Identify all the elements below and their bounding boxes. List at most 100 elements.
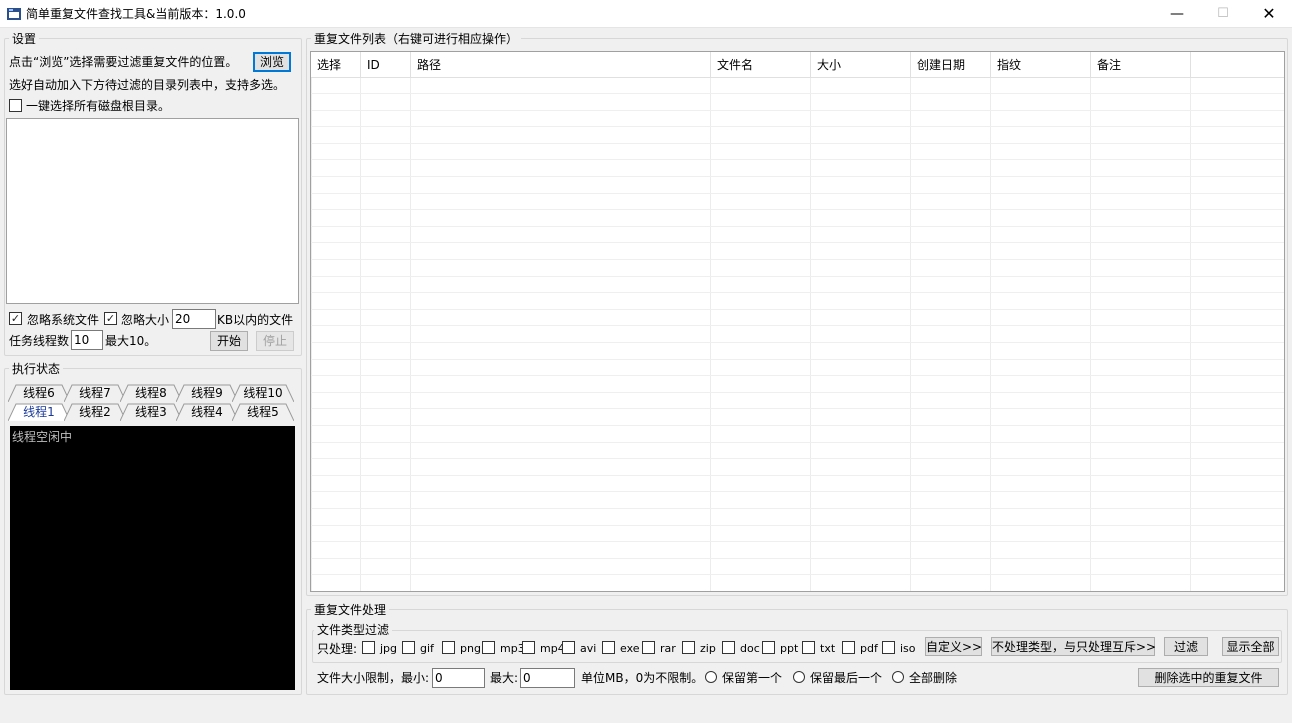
table-row[interactable] bbox=[311, 111, 1284, 128]
type-label-mp3: mp3 bbox=[500, 642, 525, 655]
table-row[interactable] bbox=[311, 211, 1284, 227]
tab-front-2[interactable]: 线程3 bbox=[120, 403, 182, 421]
column-header[interactable]: 备注 bbox=[1091, 52, 1191, 78]
type-label-zip: zip bbox=[700, 642, 716, 655]
maximize-button[interactable]: ☐ bbox=[1200, 0, 1246, 28]
table-row[interactable] bbox=[311, 194, 1284, 211]
table-row[interactable] bbox=[311, 227, 1284, 244]
filter-button[interactable]: 过滤 bbox=[1164, 637, 1208, 656]
browse-button[interactable]: 浏览 bbox=[253, 52, 291, 72]
table-row[interactable] bbox=[311, 559, 1284, 576]
type-checkbox-pdf[interactable] bbox=[842, 641, 855, 654]
type-checkbox-txt[interactable] bbox=[802, 641, 815, 654]
table-row[interactable] bbox=[311, 360, 1284, 377]
table-row[interactable] bbox=[311, 78, 1284, 94]
column-header[interactable]: 指纹 bbox=[991, 52, 1091, 78]
keep-last-radio[interactable] bbox=[793, 671, 805, 683]
type-checkbox-mp4[interactable] bbox=[522, 641, 535, 654]
type-checkbox-iso[interactable] bbox=[882, 641, 895, 654]
type-checkbox-jpg[interactable] bbox=[362, 641, 375, 654]
column-header[interactable]: ID bbox=[361, 52, 411, 78]
type-checkbox-ppt[interactable] bbox=[762, 641, 775, 654]
column-header[interactable]: 大小 bbox=[811, 52, 911, 78]
status-group-title: 执行状态 bbox=[9, 362, 64, 376]
delete-all-radio[interactable] bbox=[892, 671, 904, 683]
only-process-label: 只处理: bbox=[317, 642, 358, 656]
thread-count-label: 任务线程数 bbox=[9, 334, 70, 348]
table-row[interactable] bbox=[311, 460, 1284, 476]
table-row[interactable] bbox=[311, 144, 1284, 161]
table-row[interactable] bbox=[311, 344, 1284, 360]
settings-group-title: 设置 bbox=[9, 32, 40, 46]
type-checkbox-rar[interactable] bbox=[642, 641, 655, 654]
select-all-drives-label: 一键选择所有磁盘根目录。 bbox=[26, 99, 171, 113]
tab-back-1[interactable]: 线程7 bbox=[64, 384, 126, 402]
table-row[interactable] bbox=[311, 543, 1284, 559]
show-all-button[interactable]: 显示全部 bbox=[1222, 637, 1279, 656]
type-checkbox-avi[interactable] bbox=[562, 641, 575, 654]
exclude-types-button[interactable]: 不处理类型，与只处理互斥>> bbox=[991, 637, 1156, 656]
tab-back-3[interactable]: 线程9 bbox=[176, 384, 238, 402]
tab-back-4[interactable]: 线程10 bbox=[232, 384, 294, 402]
table-row[interactable] bbox=[311, 493, 1284, 509]
table-row[interactable] bbox=[311, 510, 1284, 526]
table-row[interactable] bbox=[311, 526, 1284, 543]
tab-label: 线程10 bbox=[243, 386, 283, 400]
tab-front-4[interactable]: 线程5 bbox=[232, 403, 294, 421]
tab-front-0[interactable]: 线程1 bbox=[8, 403, 70, 421]
custom-types-button[interactable]: 自定义>> bbox=[925, 637, 982, 656]
table-row[interactable] bbox=[311, 161, 1284, 177]
thread-count-input[interactable] bbox=[71, 330, 103, 350]
table-row[interactable] bbox=[311, 427, 1284, 443]
tab-label: 线程1 bbox=[23, 405, 55, 419]
table-row[interactable] bbox=[311, 476, 1284, 493]
type-checkbox-zip[interactable] bbox=[682, 641, 695, 654]
table-row[interactable] bbox=[311, 244, 1284, 260]
ignore-size-checkbox[interactable]: ✓ bbox=[104, 312, 117, 325]
type-checkbox-png[interactable] bbox=[442, 641, 455, 654]
table-row[interactable] bbox=[311, 95, 1284, 111]
duplicates-group-title: 重复文件列表（右键可进行相应操作） bbox=[311, 32, 522, 46]
type-checkbox-mp3[interactable] bbox=[482, 641, 495, 654]
title-bar: 简单重复文件查找工具&当前版本：1.0.0 — ☐ ✕ bbox=[0, 0, 1292, 28]
stop-button[interactable]: 停止 bbox=[256, 331, 294, 351]
table-row[interactable] bbox=[311, 277, 1284, 294]
column-header[interactable]: 选择 bbox=[311, 52, 361, 78]
table-row[interactable] bbox=[311, 310, 1284, 327]
tab-front-3[interactable]: 线程4 bbox=[176, 403, 238, 421]
table-row[interactable] bbox=[311, 377, 1284, 393]
directory-list[interactable] bbox=[6, 118, 299, 304]
type-checkbox-doc[interactable] bbox=[722, 641, 735, 654]
table-row[interactable] bbox=[311, 327, 1284, 343]
table-row[interactable] bbox=[311, 576, 1284, 591]
table-row[interactable] bbox=[311, 410, 1284, 426]
type-checkbox-gif[interactable] bbox=[402, 641, 415, 654]
column-header[interactable]: 文件名 bbox=[711, 52, 811, 78]
keep-first-label: 保留第一个 bbox=[722, 671, 783, 685]
minimize-button[interactable]: — bbox=[1154, 0, 1200, 28]
column-header[interactable]: 创建日期 bbox=[911, 52, 991, 78]
tab-front-1[interactable]: 线程2 bbox=[64, 403, 126, 421]
close-button[interactable]: ✕ bbox=[1246, 0, 1292, 28]
delete-selected-button[interactable]: 删除选中的重复文件 bbox=[1138, 668, 1279, 687]
delete-all-label: 全部删除 bbox=[909, 671, 958, 685]
type-checkbox-exe[interactable] bbox=[602, 641, 615, 654]
duplicates-table[interactable]: 选择 ID 路径 文件名 大小 创建日期 指纹 备注 bbox=[310, 51, 1285, 592]
table-row[interactable] bbox=[311, 443, 1284, 460]
select-all-drives-checkbox[interactable] bbox=[9, 99, 22, 112]
tab-back-0[interactable]: 线程6 bbox=[8, 384, 70, 402]
table-row[interactable] bbox=[311, 261, 1284, 277]
max-size-input[interactable] bbox=[520, 668, 575, 688]
min-size-input[interactable] bbox=[432, 668, 485, 688]
type-label-doc: doc bbox=[740, 642, 760, 655]
tab-back-2[interactable]: 线程8 bbox=[120, 384, 182, 402]
column-header[interactable]: 路径 bbox=[411, 52, 711, 78]
keep-first-radio[interactable] bbox=[705, 671, 717, 683]
start-button[interactable]: 开始 bbox=[210, 331, 248, 351]
table-row[interactable] bbox=[311, 178, 1284, 194]
table-row[interactable] bbox=[311, 294, 1284, 310]
table-row[interactable] bbox=[311, 393, 1284, 410]
ignore-system-checkbox[interactable]: ✓ bbox=[9, 312, 22, 325]
ignore-size-input[interactable] bbox=[172, 309, 216, 329]
table-row[interactable] bbox=[311, 128, 1284, 144]
